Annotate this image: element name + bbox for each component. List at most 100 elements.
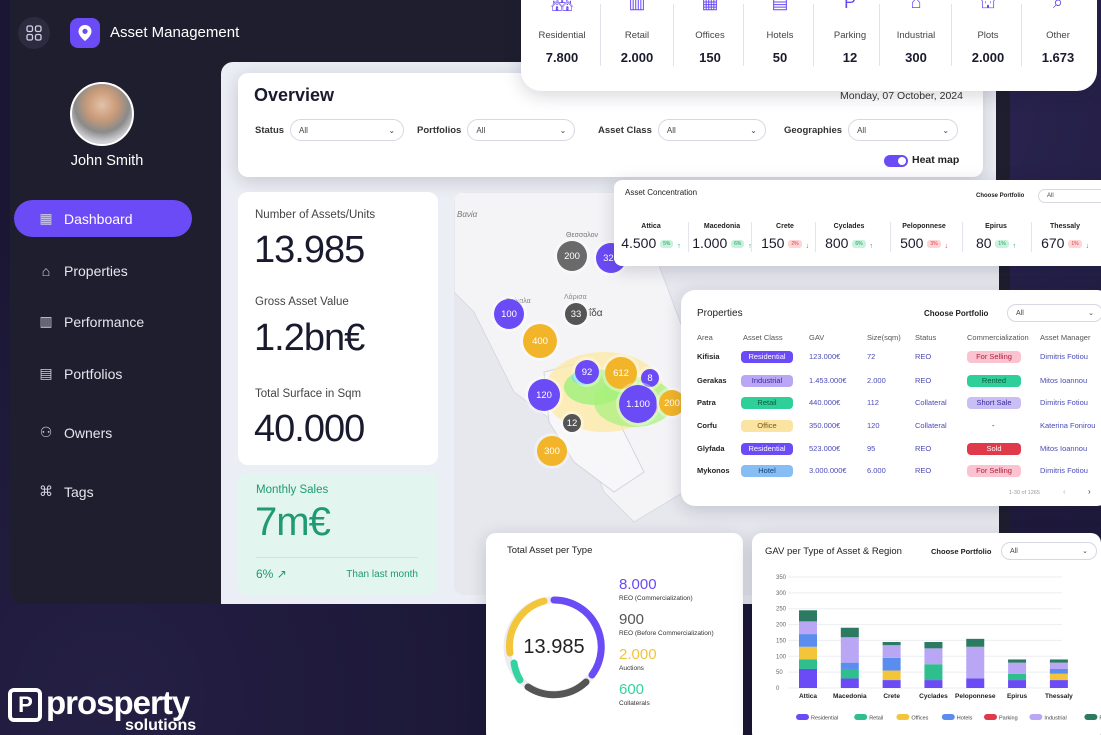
asset-type-plots[interactable]: ⛫ Plots 2.000: [953, 0, 1023, 65]
bar-segment-plots[interactable]: [1049, 659, 1068, 663]
region-value: 80 1% ↑: [975, 235, 1017, 251]
bar-segment-industrial[interactable]: [840, 637, 859, 663]
bar-segment-offices[interactable]: [882, 670, 901, 681]
bar-segment-industrial[interactable]: [1049, 662, 1068, 669]
heatmap-toggle[interactable]: [884, 155, 908, 167]
next-page-button[interactable]: ›: [1088, 487, 1091, 496]
nav-item-tags[interactable]: ⌘ Tags: [14, 473, 192, 510]
bar-segment-industrial[interactable]: [1008, 662, 1027, 674]
column-header[interactable]: Area: [697, 333, 713, 342]
bar-segment-retail[interactable]: [799, 659, 817, 669]
map-cluster[interactable]: 200: [557, 241, 587, 271]
legend-label: Industrial: [1044, 716, 1066, 722]
column-header[interactable]: Size(sqm): [867, 333, 901, 342]
status-select[interactable]: All ⌄: [290, 119, 405, 141]
asset-type-value: 12: [842, 50, 858, 65]
bar-segment-residential[interactable]: [840, 678, 859, 688]
apps-grid-button[interactable]: [18, 17, 50, 49]
bar-segment-industrial[interactable]: [966, 646, 985, 679]
nav-item-performance[interactable]: ▥ Performance: [14, 303, 192, 340]
legend-value: 600: [619, 681, 645, 698]
total-asset-panel: Total Asset per Type 13.985 8.000 REO (Co…: [486, 533, 743, 735]
nav-item-portfolios[interactable]: ▤ Portfolios: [14, 355, 192, 392]
geographies-select[interactable]: All ⌄: [848, 119, 959, 141]
map-cluster[interactable]: 400: [523, 324, 557, 358]
map-cluster[interactable]: 8: [641, 369, 659, 387]
map-cluster[interactable]: 33: [565, 303, 587, 325]
bar-segment-residential[interactable]: [924, 680, 943, 688]
bar-segment-residential[interactable]: [1008, 680, 1027, 688]
bar-segment-hotels[interactable]: [1049, 668, 1068, 674]
asset-type-other[interactable]: ⌕ Other 1.673: [1023, 0, 1093, 65]
map-cluster[interactable]: 92: [575, 360, 599, 384]
bar-segment-hotels[interactable]: [799, 634, 817, 647]
bar-segment-residential[interactable]: [799, 668, 817, 688]
bar-segment-retail[interactable]: [924, 664, 943, 681]
nav-item-owners[interactable]: ⚇ Owners: [14, 414, 192, 451]
column-header[interactable]: GAV: [809, 333, 824, 342]
bar-segment-residential[interactable]: [966, 678, 985, 688]
bar-segment-retail[interactable]: [1008, 673, 1027, 681]
asset-class-select[interactable]: All ⌄: [657, 119, 766, 141]
legend-value: 8.000: [619, 576, 657, 593]
bar-segment-industrial[interactable]: [882, 645, 901, 658]
region-value: 150 2% ↓: [761, 235, 809, 251]
region-attica[interactable]: Attica 4.500 5% ↑: [621, 223, 681, 251]
bar-segment-offices[interactable]: [799, 646, 817, 660]
asset-type-hotels[interactable]: ▤ Hotels 50: [745, 0, 815, 65]
region-peloponnese[interactable]: Peloponnese 500 3% ↓: [894, 223, 954, 251]
asset-type-offices[interactable]: ▦ Offices 150: [675, 0, 745, 65]
bar-segment-residential[interactable]: [882, 680, 901, 688]
bar-segment-plots[interactable]: [1008, 659, 1027, 663]
house-icon: ⌂: [41, 262, 51, 279]
bar-segment-retail[interactable]: [840, 668, 859, 679]
map-cluster[interactable]: 1.100: [619, 385, 657, 423]
region-macedonia[interactable]: Macedonia 1.000 6% ↑: [692, 223, 752, 251]
bar-segment-industrial[interactable]: [799, 621, 817, 635]
region-crete[interactable]: Crete 150 2% ↓: [755, 223, 815, 251]
asset-type-retail[interactable]: ▥ Retail 2.000: [602, 0, 672, 65]
bar-segment-hotels[interactable]: [840, 662, 859, 669]
bar-segment-plots[interactable]: [882, 642, 901, 646]
nav-item-properties[interactable]: ⌂ Properties: [14, 252, 192, 289]
bar-segment-residential[interactable]: [1049, 680, 1068, 688]
bar-segment-plots[interactable]: [966, 638, 985, 647]
region-cyclades[interactable]: Cyclades 800 6% ↑: [819, 223, 879, 251]
bar-segment-offices[interactable]: [1049, 673, 1068, 681]
legend-swatch: [896, 714, 910, 720]
map-cluster[interactable]: 100: [494, 299, 524, 329]
bar-segment-plots[interactable]: [840, 627, 859, 638]
properties-portfolio-select[interactable]: All ⌄: [1007, 304, 1101, 322]
sales-change: 6%: [256, 567, 274, 581]
map-cluster[interactable]: 120: [528, 379, 560, 411]
concentration-portfolio-select[interactable]: All: [1038, 189, 1101, 203]
bar-segment-plots[interactable]: [799, 610, 817, 622]
nav-item-dashboard[interactable]: ▦ Dashboard: [14, 200, 192, 237]
map-cluster[interactable]: 300: [537, 436, 567, 466]
portfolios-select[interactable]: All ⌄: [467, 119, 576, 141]
column-header[interactable]: Commercialization: [967, 333, 1029, 342]
asset-type-icon: ▤: [771, 0, 789, 12]
table-cell: 123.000€: [809, 352, 841, 361]
asset-type-parking[interactable]: P Parking 12: [815, 0, 885, 65]
asset-type-residential[interactable]: 🏘 Residential 7.800: [527, 0, 597, 65]
prev-page-button[interactable]: ‹: [1063, 487, 1066, 496]
region-thessaly[interactable]: Thessaly 670 1% ↓: [1035, 223, 1095, 251]
bar-segment-plots[interactable]: [924, 642, 943, 649]
table-cell: 112: [867, 398, 879, 407]
region-epirus[interactable]: Epirus 80 1% ↑: [966, 223, 1026, 251]
asset-type-industrial[interactable]: ⌂ Industrial 300: [881, 0, 951, 65]
table-cell: REO: [915, 466, 932, 475]
bar-segment-industrial[interactable]: [924, 648, 943, 665]
map-cluster[interactable]: 612: [605, 357, 637, 389]
surface-value: 40.000: [254, 408, 365, 450]
column-header[interactable]: Status: [915, 333, 936, 342]
column-header[interactable]: Asset Class: [743, 333, 783, 342]
map-cluster[interactable]: 12: [563, 414, 581, 432]
table-cell: Glyfada: [697, 444, 725, 453]
brand-mark-icon: P: [8, 688, 42, 723]
bar-segment-hotels[interactable]: [882, 657, 901, 671]
column-header[interactable]: Asset Manager: [1040, 333, 1090, 342]
asset-class-badge: Industrial: [741, 375, 793, 387]
user-avatar[interactable]: [70, 82, 134, 146]
